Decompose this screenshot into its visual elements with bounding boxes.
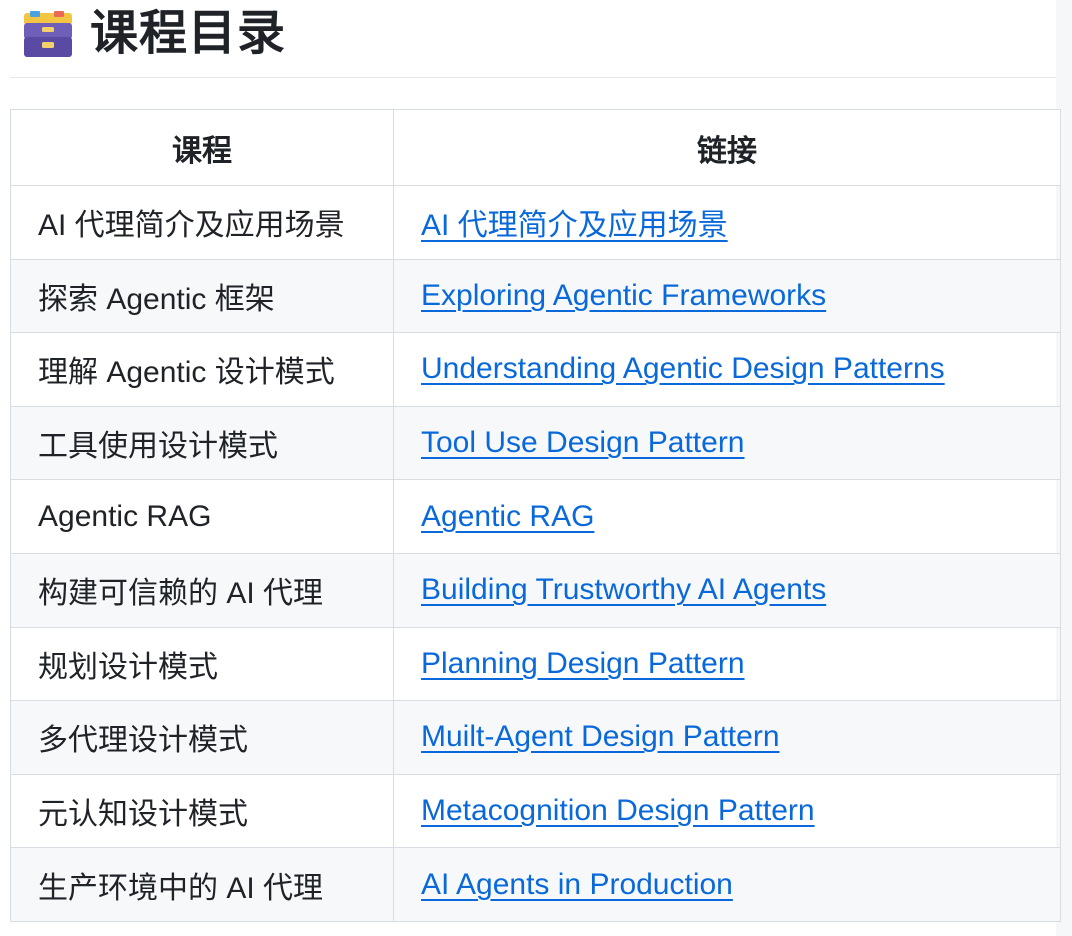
page: 课程目录 课程 链接 AI 代理简介及应用场景 AI 代理简介及应用场景 探索 Ag… <box>0 0 1072 936</box>
course-name-cell: 探索 Agentic 框架 <box>10 258 394 334</box>
column-header-course: 课程 <box>10 109 394 186</box>
card-file-box-icon <box>24 11 72 57</box>
course-name-cell: 工具使用设计模式 <box>10 405 394 481</box>
course-name-cell: Agentic RAG <box>10 479 394 554</box>
course-link-cell: Building Trustworthy AI Agents <box>393 552 1061 628</box>
section-heading: 课程目录 <box>10 0 1056 78</box>
course-link-cell: Understanding Agentic Design Patterns <box>393 332 1061 407</box>
course-link-cell: Exploring Agentic Frameworks <box>393 258 1061 334</box>
course-link-cell: AI 代理简介及应用场景 <box>393 185 1061 260</box>
course-link[interactable]: Muilt-Agent Design Pattern <box>421 720 780 753</box>
course-link-cell: AI Agents in Production <box>393 847 1061 922</box>
course-link[interactable]: AI Agents in Production <box>421 868 733 901</box>
course-link-cell: Planning Design Pattern <box>393 626 1061 702</box>
course-name-cell: 多代理设计模式 <box>10 700 394 775</box>
course-link-cell: Tool Use Design Pattern <box>393 405 1061 481</box>
course-link[interactable]: AI 代理简介及应用场景 <box>421 209 728 242</box>
course-link-cell: Muilt-Agent Design Pattern <box>393 700 1061 775</box>
table-row: 工具使用设计模式 Tool Use Design Pattern <box>10 405 1061 481</box>
course-link[interactable]: Planning Design Pattern <box>421 647 745 680</box>
course-link[interactable]: Understanding Agentic Design Patterns <box>421 352 945 385</box>
course-link-cell: Agentic RAG <box>393 479 1061 554</box>
course-name-cell: 规划设计模式 <box>10 626 394 702</box>
course-link[interactable]: Building Trustworthy AI Agents <box>421 573 826 606</box>
course-name-cell: 构建可信赖的 AI 代理 <box>10 552 394 628</box>
course-link[interactable]: Tool Use Design Pattern <box>421 426 745 459</box>
table-row: 规划设计模式 Planning Design Pattern <box>10 626 1061 702</box>
course-link[interactable]: Metacognition Design Pattern <box>421 794 815 827</box>
course-link[interactable]: Agentic RAG <box>421 500 594 533</box>
table-row: 探索 Agentic 框架 Exploring Agentic Framework… <box>10 258 1061 334</box>
table-row: Agentic RAG Agentic RAG <box>10 479 1061 554</box>
table-row: 生产环境中的 AI 代理 AI Agents in Production <box>10 847 1061 922</box>
table-header-row: 课程 链接 <box>10 109 1061 186</box>
page-title: 课程目录 <box>90 7 287 60</box>
course-name-cell: 理解 Agentic 设计模式 <box>10 332 394 407</box>
course-name-cell: 元认知设计模式 <box>10 773 394 849</box>
table-row: AI 代理简介及应用场景 AI 代理简介及应用场景 <box>10 185 1061 260</box>
table-row: 多代理设计模式 Muilt-Agent Design Pattern <box>10 700 1061 775</box>
table-row: 元认知设计模式 Metacognition Design Pattern <box>10 773 1061 849</box>
table-row: 理解 Agentic 设计模式 Understanding Agentic Des… <box>10 332 1061 407</box>
course-name-cell: AI 代理简介及应用场景 <box>10 185 394 260</box>
course-link[interactable]: Exploring Agentic Frameworks <box>421 279 826 312</box>
course-name-cell: 生产环境中的 AI 代理 <box>10 847 394 922</box>
course-table: 课程 链接 AI 代理简介及应用场景 AI 代理简介及应用场景 探索 Agentic… <box>10 109 1061 922</box>
course-link-cell: Metacognition Design Pattern <box>393 773 1061 849</box>
table-row: 构建可信赖的 AI 代理 Building Trustworthy AI Agen… <box>10 552 1061 628</box>
column-header-link: 链接 <box>393 109 1061 186</box>
